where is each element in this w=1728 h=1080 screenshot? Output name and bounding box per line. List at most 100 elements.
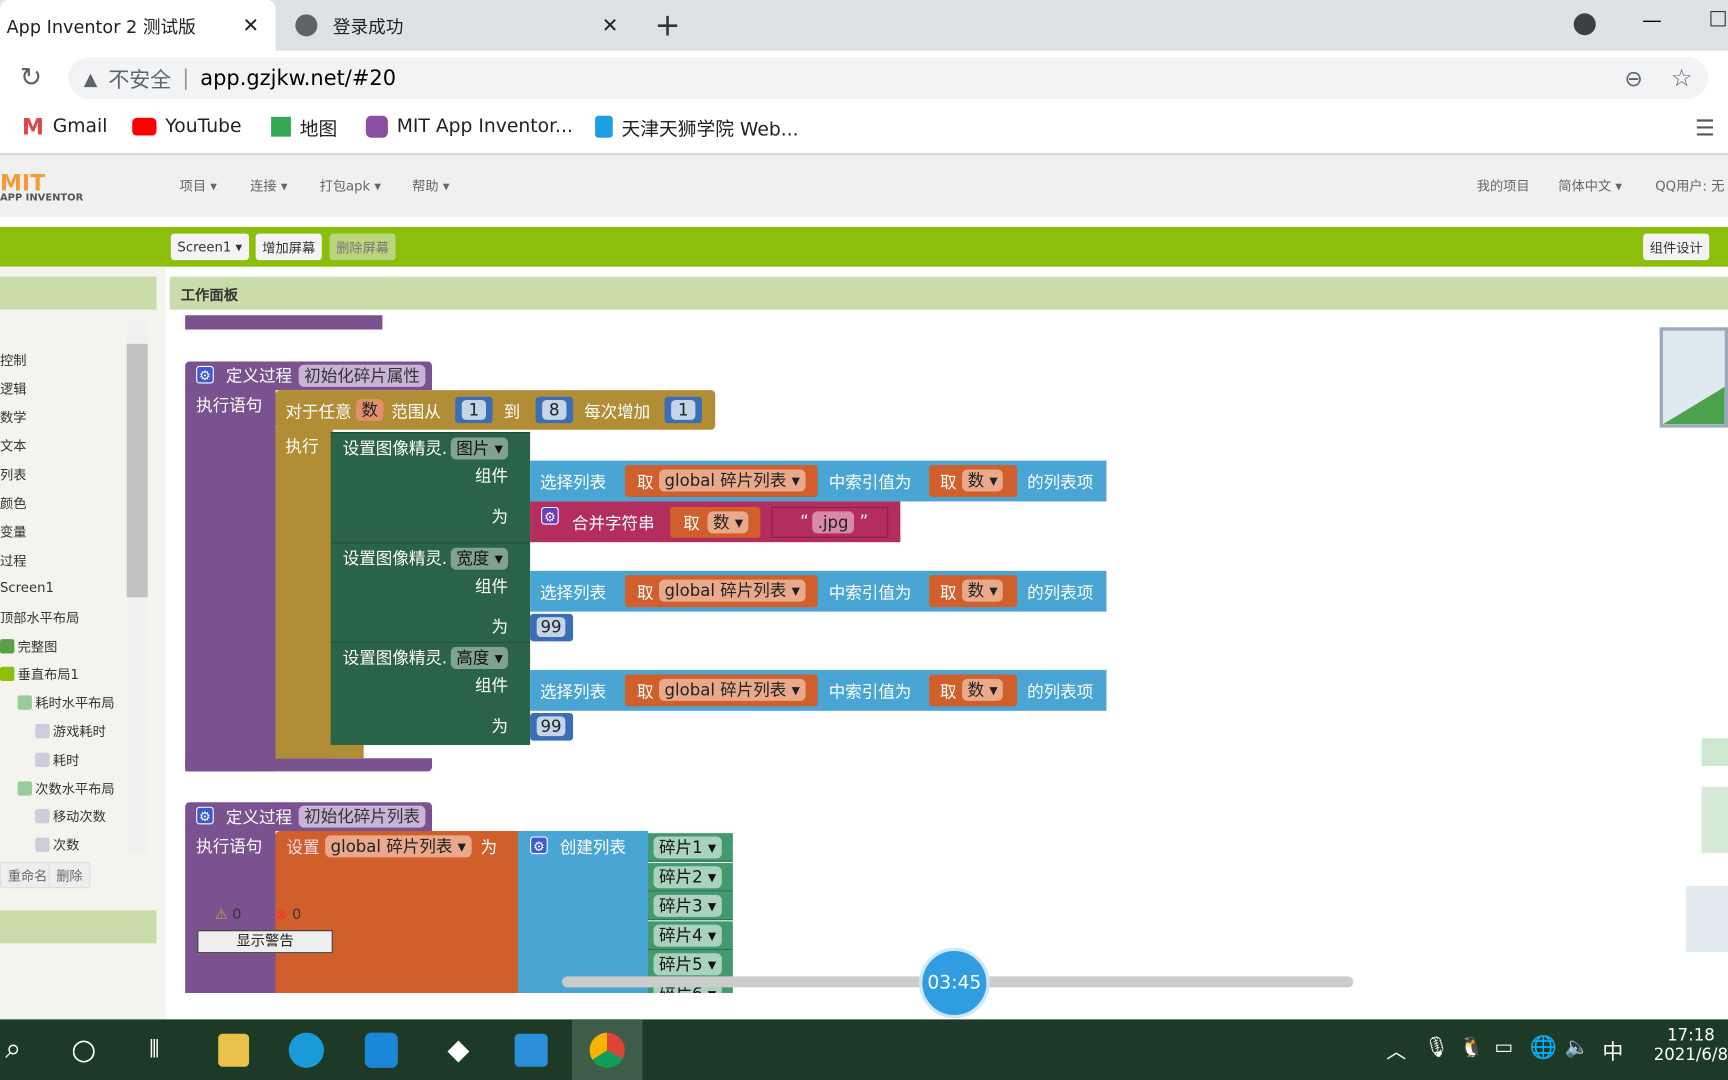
sidebar-scrollbar[interactable]: [126, 319, 148, 853]
close-tab-icon[interactable]: ✕: [242, 14, 259, 37]
property-dropdown[interactable]: 高度 ▾: [450, 646, 509, 669]
zoom-out-icon[interactable]: ⊖: [1624, 65, 1642, 91]
remove-screen-button[interactable]: 删除屏幕: [329, 233, 396, 261]
my-projects-link[interactable]: 我的项目: [1477, 176, 1530, 195]
search-icon[interactable]: ⌕: [0, 1019, 48, 1080]
component-tree-item[interactable]: 顶部水平布局: [0, 608, 79, 627]
menu-help[interactable]: 帮助 ▾: [412, 176, 449, 195]
number-block[interactable]: 99: [530, 713, 574, 741]
variable-field[interactable]: global 碎片列表 ▾: [659, 469, 806, 492]
builtin-drawer[interactable]: 文本: [0, 436, 26, 455]
component-dropdown[interactable]: 碎片1 ▾: [653, 836, 722, 859]
component-tree-item[interactable]: 完整图: [0, 637, 57, 656]
gear-icon[interactable]: ⚙: [541, 506, 559, 525]
image-sprite[interactable]: [1701, 786, 1728, 853]
gear-icon[interactable]: ⚙: [196, 806, 214, 825]
tab-login-success[interactable]: 登录成功 ✕: [289, 0, 633, 51]
component-dropdown[interactable]: 碎片3 ▾: [653, 894, 722, 917]
user-menu[interactable]: QQ用户: 无: [1655, 176, 1724, 195]
tab-search-icon[interactable]: [1573, 13, 1596, 36]
component-dropdown[interactable]: 碎片2 ▾: [653, 865, 722, 888]
vscode-icon[interactable]: [496, 1019, 567, 1080]
loop-variable-field[interactable]: 数: [355, 398, 384, 421]
app-inventor-logo[interactable]: MIT APP INVENTOR: [0, 172, 83, 204]
component-tree-item[interactable]: 移动次数: [35, 807, 106, 826]
bookmark-gmail[interactable]: M Gmail: [22, 110, 107, 143]
variable-field[interactable]: 数 ▾: [962, 469, 1004, 492]
edge-icon[interactable]: [271, 1019, 342, 1080]
bookmark-youtube[interactable]: YouTube: [132, 110, 242, 143]
phone-app-icon[interactable]: [346, 1019, 417, 1080]
component-tree-item[interactable]: 次数水平布局: [17, 779, 115, 798]
bookmark-tianshi[interactable]: 天津天狮学院 Web...: [595, 110, 799, 143]
address-bar[interactable]: ▲ 不安全 | app.gzjkw.net/#20 ⊖ ☆: [68, 57, 1709, 100]
delete-button[interactable]: 删除: [48, 861, 91, 889]
select-list-item-block[interactable]: [530, 460, 1107, 502]
variable-field[interactable]: 数 ▾: [962, 678, 1004, 701]
language-menu[interactable]: 简体中文 ▾: [1558, 176, 1622, 195]
microphone-icon[interactable]: 🎙: [1424, 1036, 1449, 1059]
variable-field[interactable]: global 碎片列表 ▾: [659, 579, 806, 602]
variable-field[interactable]: global 碎片列表 ▾: [659, 678, 806, 701]
builtin-drawer[interactable]: 变量: [0, 522, 26, 541]
gear-icon[interactable]: ⚙: [530, 836, 548, 855]
procedure-name-field[interactable]: 初始化碎片属性: [298, 364, 426, 387]
component-dropdown[interactable]: 碎片5 ▾: [653, 953, 722, 976]
error-indicator[interactable]: ⊗ 0: [276, 907, 302, 924]
show-hidden-icons[interactable]: ︿: [1386, 1036, 1406, 1065]
close-tab-icon[interactable]: ✕: [602, 14, 619, 37]
clock[interactable]: 17:18 2021/6/8: [1642, 1025, 1728, 1065]
network-icon[interactable]: 🌐: [1530, 1034, 1557, 1060]
screen-select[interactable]: Screen1 ▾: [170, 233, 249, 261]
reload-icon[interactable]: ↻: [20, 62, 42, 93]
star-icon[interactable]: ☆: [1671, 64, 1693, 92]
property-dropdown[interactable]: 宽度 ▾: [450, 547, 509, 570]
cortana-icon[interactable]: ○: [48, 1019, 119, 1080]
component-tree-item[interactable]: 次数: [35, 836, 79, 855]
image-sprite[interactable]: [1686, 886, 1728, 953]
unity-icon[interactable]: ◆: [423, 1019, 494, 1080]
builtin-drawer[interactable]: 逻辑: [0, 379, 26, 398]
image-sprite[interactable]: [1701, 738, 1728, 766]
number-block-to[interactable]: 8: [535, 396, 574, 424]
minimize-button[interactable]: —: [1642, 9, 1662, 32]
builtin-drawer[interactable]: 颜色: [0, 494, 26, 513]
builtin-drawer[interactable]: 数学: [0, 408, 26, 427]
property-dropdown[interactable]: 图片 ▾: [450, 437, 509, 460]
menu-project[interactable]: 项目 ▾: [180, 176, 217, 195]
text-field[interactable]: .jpg: [812, 511, 855, 534]
battery-icon[interactable]: ▭: [1494, 1036, 1513, 1059]
designer-button[interactable]: 组件设计: [1643, 233, 1710, 261]
component-tree-item[interactable]: 耗时: [35, 750, 79, 769]
component-tree-item[interactable]: 耗时水平布局: [17, 693, 115, 712]
rename-button[interactable]: 重命名: [0, 861, 56, 889]
component-tree-item[interactable]: 游戏耗时: [35, 722, 106, 741]
builtin-drawer[interactable]: 过程: [0, 551, 26, 570]
gear-icon[interactable]: ⚙: [196, 365, 214, 384]
reading-list-icon[interactable]: ☰: [1695, 115, 1715, 141]
number-block-step[interactable]: 1: [664, 396, 702, 424]
number-block-from[interactable]: 1: [455, 396, 493, 424]
add-screen-button[interactable]: 增加屏幕: [255, 233, 322, 261]
warning-indicator[interactable]: ⚠ 0: [215, 907, 242, 924]
tab-app-inventor[interactable]: App Inventor 2 测试版 ✕: [0, 0, 276, 51]
component-tree-item[interactable]: 垂直布局1: [0, 665, 79, 684]
volume-icon[interactable]: 🔈: [1565, 1036, 1590, 1059]
variable-field[interactable]: 数 ▾: [962, 579, 1004, 602]
bookmark-maps[interactable]: 地图: [271, 110, 337, 143]
image-sprite[interactable]: [1659, 327, 1728, 428]
select-list-item-block[interactable]: [530, 670, 1107, 711]
procedure-name-field[interactable]: 初始化碎片列表: [298, 805, 426, 828]
task-view-icon[interactable]: ⫴: [119, 1019, 190, 1080]
menu-connect[interactable]: 连接 ▾: [250, 176, 287, 195]
component-dropdown[interactable]: 碎片4 ▾: [653, 924, 722, 947]
qq-icon[interactable]: 🐧: [1459, 1036, 1484, 1059]
variable-field[interactable]: global 碎片列表 ▾: [325, 835, 472, 858]
variable-field[interactable]: 数 ▾: [707, 511, 749, 534]
show-warnings-button[interactable]: 显示警告: [197, 930, 333, 954]
number-block[interactable]: 99: [530, 613, 574, 642]
chrome-icon[interactable]: [571, 1019, 643, 1080]
procedure-block-stub[interactable]: [185, 315, 383, 330]
restore-button[interactable]: [1710, 11, 1726, 27]
python-icon[interactable]: [198, 1019, 269, 1080]
